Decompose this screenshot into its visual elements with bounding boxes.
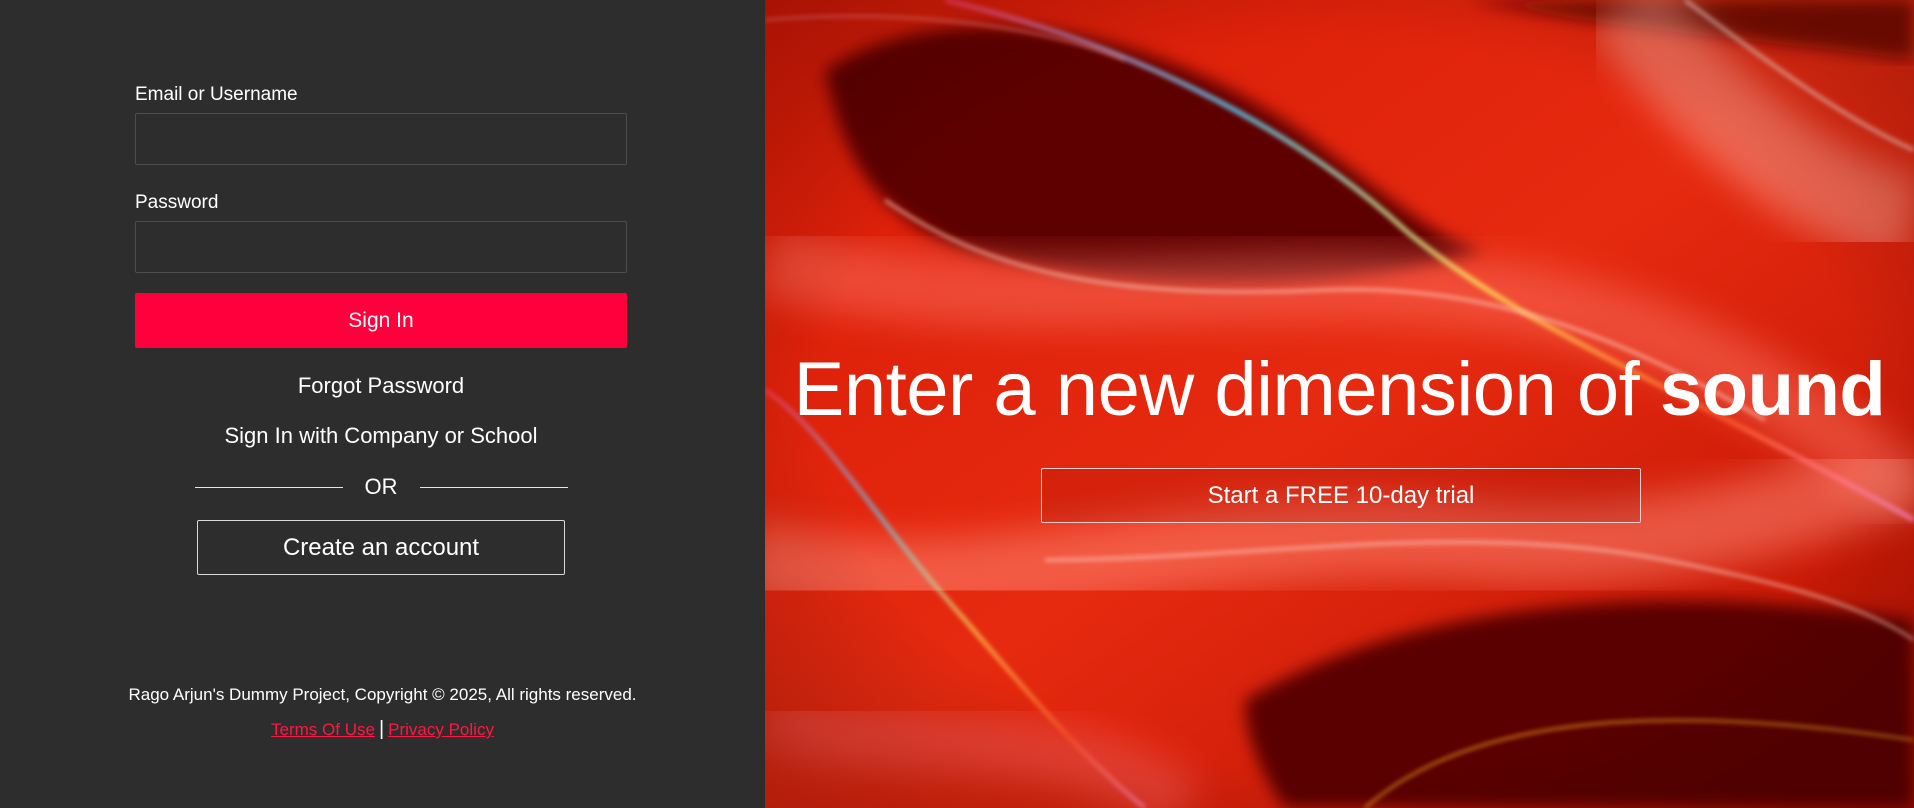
copyright-text: Rago Arjun's Dummy Project, Copyright © … — [128, 685, 637, 704]
hero-panel: Enter a new dimension of sound Start a F… — [765, 0, 1914, 808]
login-form: Email or Username Password Sign In Forgo… — [135, 83, 627, 575]
terms-of-use-link[interactable]: Terms Of Use — [271, 720, 375, 739]
free-trial-button[interactable]: Start a FREE 10-day trial — [1041, 468, 1641, 523]
password-label: Password — [135, 192, 219, 213]
divider-line-left — [194, 486, 343, 488]
login-panel: Email or Username Password Sign In Forgo… — [0, 0, 765, 808]
password-field[interactable] — [135, 221, 627, 273]
or-label: OR — [364, 474, 398, 499]
legal-links: Terms Of Use | Privacy Policy — [0, 718, 765, 741]
company-sign-in-link[interactable]: Sign In with Company or School — [135, 423, 627, 449]
login-page: Email or Username Password Sign In Forgo… — [0, 0, 1914, 808]
legal-separator: | — [378, 718, 385, 740]
or-divider: OR — [135, 474, 627, 500]
email-field[interactable] — [135, 113, 627, 165]
divider-line-right — [419, 486, 568, 488]
hero-title-emphasis: sound — [1659, 347, 1886, 432]
privacy-policy-link[interactable]: Privacy Policy — [388, 720, 494, 739]
email-label: Email or Username — [135, 84, 298, 105]
hero-title-text: Enter a new dimension of — [793, 347, 1660, 432]
create-account-button[interactable]: Create an account — [197, 520, 565, 575]
sign-in-button[interactable]: Sign In — [135, 293, 627, 348]
forgot-password-link[interactable]: Forgot Password — [135, 373, 627, 399]
hero-title: Enter a new dimension of sound — [765, 345, 1914, 435]
footer: Rago Arjun's Dummy Project, Copyright © … — [0, 684, 765, 741]
